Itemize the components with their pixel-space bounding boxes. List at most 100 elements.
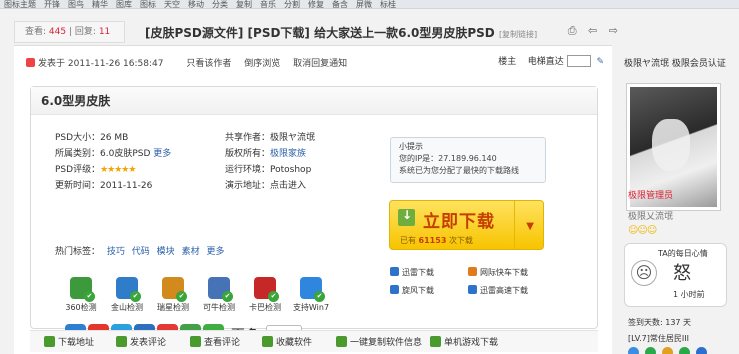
- top-nav-item[interactable]: 图标主题: [4, 1, 36, 9]
- smiley-icon: ☺☺☺: [628, 225, 657, 236]
- top-nav: 图标主题 开锋 图鸟 精华 图库 图标 天空 移动 分类 复制 音乐 分割 修复 备含 屏微 标桂: [0, 0, 739, 9]
- user-name[interactable]: 极限ヤ流氓: [624, 59, 669, 69]
- info-row: 所属类别：6.0皮肤PSD 更多 版权所有：极限家族: [55, 146, 355, 162]
- top-nav-item[interactable]: 音乐: [260, 1, 276, 9]
- hot-tags: 热门标签： 技巧 代码 模块 素材 更多: [55, 244, 224, 257]
- mirror-link[interactable]: 旋风下载: [390, 285, 434, 296]
- user-title: 极限乂流氓: [628, 212, 674, 222]
- info-row: PSD评级：★★★★★ 运行环境：Potoshop: [55, 162, 355, 178]
- daily-mood: TA的每日心情 ☹ 怒 1 小时前: [624, 243, 727, 307]
- top-nav-item[interactable]: 分类: [212, 1, 228, 9]
- dropdown-arrow-icon[interactable]: ▼: [526, 221, 534, 232]
- mirror-label: 迅雷下载: [402, 268, 434, 277]
- checkin-days: 签到天数: 137 天: [628, 318, 692, 327]
- top-nav-item[interactable]: 天空: [164, 1, 180, 9]
- tag-link[interactable]: 技巧: [107, 247, 125, 257]
- tag-link[interactable]: 模块: [157, 247, 175, 257]
- check-item: 金山检测: [105, 277, 149, 313]
- thread-stats: 查看: 445 | 回复: 11: [14, 21, 125, 43]
- tags-label: 热门标签：: [55, 247, 101, 257]
- toolbar-item[interactable]: 一键复制软件信息: [336, 335, 422, 348]
- mirror-label: 旋风下载: [402, 286, 434, 295]
- tag-more-link[interactable]: 更多: [206, 247, 224, 257]
- copy-link[interactable]: [复制链接]: [499, 30, 537, 39]
- toolbar-item[interactable]: 单机游戏下载: [430, 335, 498, 348]
- toolbar-item[interactable]: 收藏软件: [262, 335, 312, 348]
- user-header: 极限ヤ流氓 极限会员认证: [624, 56, 726, 69]
- medal-icon: [696, 347, 707, 354]
- header-icons[interactable]: ⎙ ⇦ ⇨: [568, 24, 622, 38]
- mood-title: TA的每日心情: [658, 249, 708, 258]
- medal-icon: [645, 347, 656, 354]
- download-label: 立即下载: [423, 212, 495, 232]
- mirror-label: 迅雷高速下载: [480, 286, 528, 295]
- card-title: 6.0型男皮肤: [31, 87, 597, 115]
- copyright-link[interactable]: 极限家族: [270, 149, 306, 159]
- top-nav-item[interactable]: 标桂: [380, 1, 396, 9]
- top-nav-item[interactable]: 复制: [236, 1, 252, 9]
- download-icon: [398, 208, 415, 226]
- user-role: 极限管理员: [628, 191, 674, 201]
- info-label: 所属类别：: [55, 149, 101, 159]
- info-value: 26 MB: [100, 133, 129, 143]
- pen-icon[interactable]: ✎: [596, 57, 604, 67]
- medals: [628, 347, 728, 354]
- author-icon: [26, 58, 35, 67]
- medal-icon: [628, 347, 639, 354]
- toolbar-label: 一键复制软件信息: [350, 338, 423, 348]
- mirror-link[interactable]: 迅雷高速下载: [468, 285, 528, 296]
- top-nav-item[interactable]: 修复: [308, 1, 324, 9]
- count-value: 61153: [418, 236, 447, 245]
- only-author-link[interactable]: 只看该作者: [186, 59, 231, 69]
- reverse-order-link[interactable]: 倒序浏览: [244, 59, 280, 69]
- download-count: 已有 61153 次下载: [400, 235, 473, 246]
- mirror-link[interactable]: 迅雷下载: [390, 267, 434, 278]
- check-item: 360检测: [59, 277, 103, 313]
- thunder-icon: [468, 285, 477, 294]
- top-nav-item[interactable]: 开锋: [44, 1, 60, 9]
- toolbar-item[interactable]: 发表评论: [116, 335, 166, 348]
- check-item: 支持Win7: [289, 277, 333, 313]
- info-label: PSD大小：: [55, 133, 101, 143]
- tip-ip: 您的IP是：27.189.96.140: [399, 154, 497, 163]
- top-nav-item[interactable]: 图鸟: [68, 1, 84, 9]
- mirror-link[interactable]: 网际快车下载: [468, 267, 528, 278]
- info-value: 2011-11-26: [100, 181, 153, 191]
- cancel-notify-link[interactable]: 取消回复通知: [293, 59, 347, 69]
- top-nav-item[interactable]: 图标: [140, 1, 156, 9]
- action-toolbar: 下载地址 发表评论 查看评论 收藏软件 一键复制软件信息 单机游戏下载: [30, 330, 598, 352]
- check-label: 瑞星检测: [157, 303, 189, 312]
- toolbar-item[interactable]: 下载地址: [44, 335, 94, 348]
- check-label: 金山检测: [111, 303, 143, 312]
- tag-link[interactable]: 素材: [182, 247, 200, 257]
- top-nav-item[interactable]: 屏微: [356, 1, 372, 9]
- top-nav-item[interactable]: 移动: [188, 1, 204, 9]
- game-icon: [430, 336, 441, 347]
- tip-text: 系统已为您分配了最快的下载路线: [399, 166, 519, 175]
- info-value: 极限ヤ流氓: [270, 133, 316, 143]
- whirlwind-icon: [390, 285, 399, 294]
- floor-jump-input[interactable]: [566, 55, 591, 67]
- tag-link[interactable]: 代码: [132, 247, 150, 257]
- more-link[interactable]: 更多: [153, 149, 171, 159]
- count-prefix: 已有: [400, 236, 416, 245]
- demo-link[interactable]: 点击进入: [270, 181, 306, 191]
- shield-icon: [70, 277, 95, 302]
- download-main[interactable]: 立即下载 已有 61153 次下载: [390, 201, 515, 249]
- top-nav-item[interactable]: 精华: [92, 1, 108, 9]
- toolbar-label: 下载地址: [58, 338, 95, 348]
- toolbar-item[interactable]: 查看评论: [190, 335, 240, 348]
- thread-title-text: [皮肤PSD源文件] [PSD下载] 给大家送上一款6.0型男皮肤PSD: [145, 26, 495, 40]
- download-button[interactable]: 立即下载 已有 61153 次下载 ▼: [389, 200, 544, 250]
- category-link[interactable]: 6.0皮肤PSD: [100, 149, 150, 159]
- views-count: 445: [48, 27, 67, 37]
- replies-label: 回复:: [74, 27, 96, 37]
- info-label: 演示地址：: [225, 181, 271, 191]
- shield-icon: [162, 277, 187, 302]
- floor-label: 楼主: [498, 57, 517, 67]
- thread-title: [皮肤PSD源文件] [PSD下载] 给大家送上一款6.0型男皮肤PSD [复制…: [145, 24, 537, 41]
- info-label: 共享作者：: [225, 133, 271, 143]
- top-nav-item[interactable]: 图库: [116, 1, 132, 9]
- top-nav-item[interactable]: 分割: [284, 1, 300, 9]
- top-nav-item[interactable]: 备含: [332, 1, 348, 9]
